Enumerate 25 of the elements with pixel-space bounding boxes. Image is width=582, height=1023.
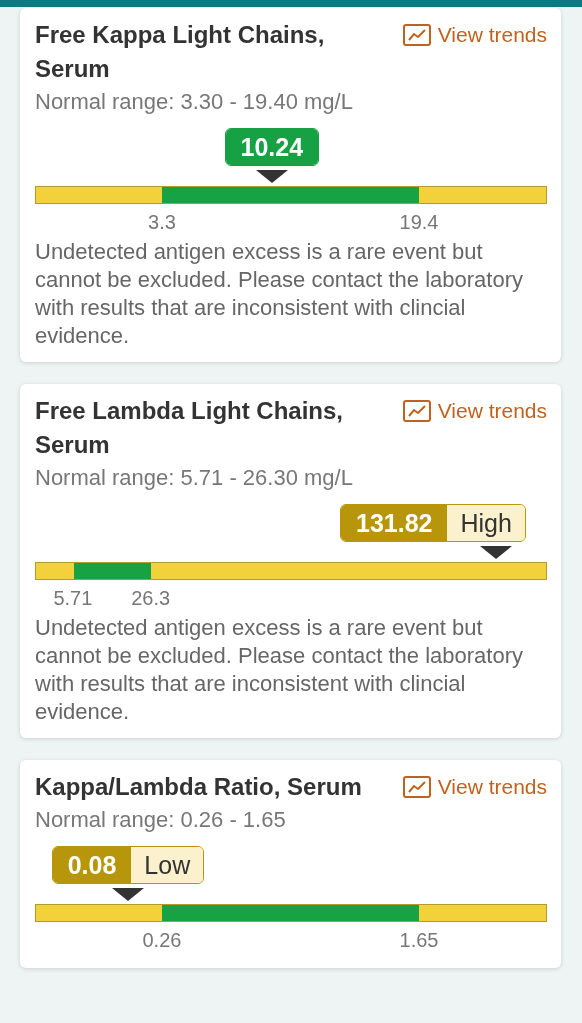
result-flag: High (447, 505, 525, 541)
normal-range: Normal range: 0.26 - 1.65 (35, 806, 287, 834)
result-value: 10.24 (225, 129, 319, 165)
tick-label: 3.3 (148, 211, 176, 234)
test-title: Kappa/Lambda Ratio, Serum (35, 772, 363, 802)
tick-label: 26.3 (131, 587, 171, 610)
view-trends-link[interactable]: View trends (402, 770, 547, 804)
result-flag: Low (131, 847, 204, 883)
result-value: 0.08 (52, 847, 132, 883)
view-trends-link[interactable]: View trends (402, 394, 547, 428)
tick-label: 5.71 (53, 587, 93, 610)
tick-label: 1.65 (399, 929, 439, 952)
test-title: Free Lambda Light Chains, Serum (35, 396, 345, 460)
normal-range: Normal range: 5.71 - 26.30 mg/L (35, 464, 354, 492)
tick-label: 0.26 (142, 929, 182, 952)
chart-icon (402, 24, 431, 46)
chart-icon (402, 776, 431, 798)
tick-label: 19.4 (399, 211, 439, 234)
test-title: Free Kappa Light Chains, Serum (35, 20, 326, 84)
view-trends-link[interactable]: View trends (402, 18, 547, 52)
result-note: Undetected antigen excess is a rare event but cannot be excluded. Please contact the laboratory with results that are inconsistent with clincial evidence. (35, 238, 524, 350)
chart-icon (402, 400, 431, 422)
result-value: 131.82 (341, 505, 448, 541)
result-note: Undetected antigen excess is a rare event but cannot be excluded. Please contact the laboratory with results that are inconsistent with clincial evidence. (35, 614, 524, 726)
normal-range: Normal range: 3.30 - 19.40 mg/L (35, 88, 354, 116)
